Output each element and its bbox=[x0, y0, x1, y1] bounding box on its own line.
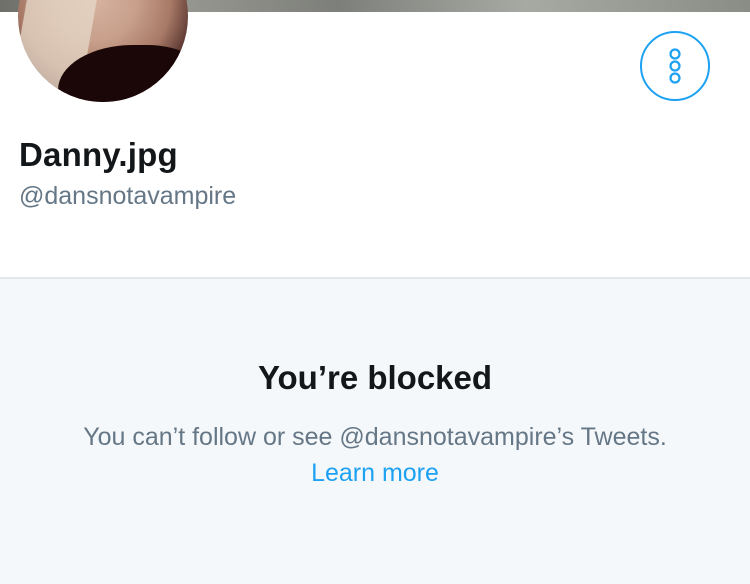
vertical-ellipsis-icon bbox=[669, 48, 681, 84]
blocked-panel: You’re blocked You can’t follow or see @… bbox=[0, 277, 750, 584]
more-options-button[interactable] bbox=[640, 31, 710, 101]
blocked-description: You can’t follow or see @dansnotavampire… bbox=[83, 423, 667, 451]
display-name: Danny.jpg bbox=[19, 136, 178, 173]
profile-screen: Danny.jpg @dansnotavampire You’re blocke… bbox=[0, 0, 750, 584]
avatar[interactable] bbox=[18, 0, 188, 102]
blocked-title: You’re blocked bbox=[257, 359, 493, 396]
learn-more-link[interactable]: Learn more bbox=[0, 459, 750, 488]
profile-handle: @dansnotavampire bbox=[19, 182, 237, 210]
